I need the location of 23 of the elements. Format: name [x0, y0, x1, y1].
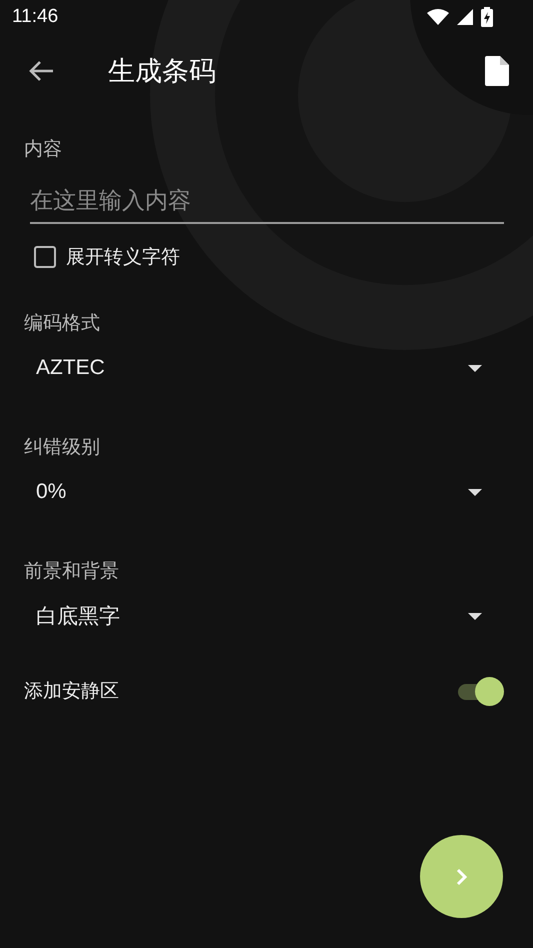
section-label: 编码格式	[24, 311, 101, 336]
checkbox[interactable]	[34, 246, 56, 268]
checkbox-label: 展开转义字符	[66, 245, 180, 270]
section-label: 纠错级别	[24, 435, 101, 460]
screen-title: 生成条码	[108, 55, 217, 89]
document-icon[interactable]	[485, 56, 509, 86]
dropdown[interactable]: AZTEC	[24, 342, 504, 394]
switch-label: 添加安静区	[24, 679, 119, 704]
section-label: 前景和背景	[24, 559, 120, 584]
chevron-right-icon	[456, 868, 468, 886]
toggle-switch[interactable]	[456, 676, 504, 706]
back-arrow-icon[interactable]	[28, 60, 54, 82]
content-input-field[interactable]: 在这里输入内容	[30, 184, 504, 224]
status-time: 11:46	[12, 6, 58, 28]
battery-icon	[481, 7, 493, 27]
dropdown[interactable]: 0%	[24, 466, 504, 518]
dropdown[interactable]: 白底黑字	[24, 590, 504, 642]
dropdown-arrow-icon	[468, 488, 482, 496]
signal-icon	[457, 9, 473, 25]
dropdown-arrow-icon	[468, 612, 482, 620]
field-label: 内容	[24, 137, 63, 162]
dropdown-arrow-icon	[468, 364, 482, 372]
wifi-icon	[427, 9, 449, 25]
